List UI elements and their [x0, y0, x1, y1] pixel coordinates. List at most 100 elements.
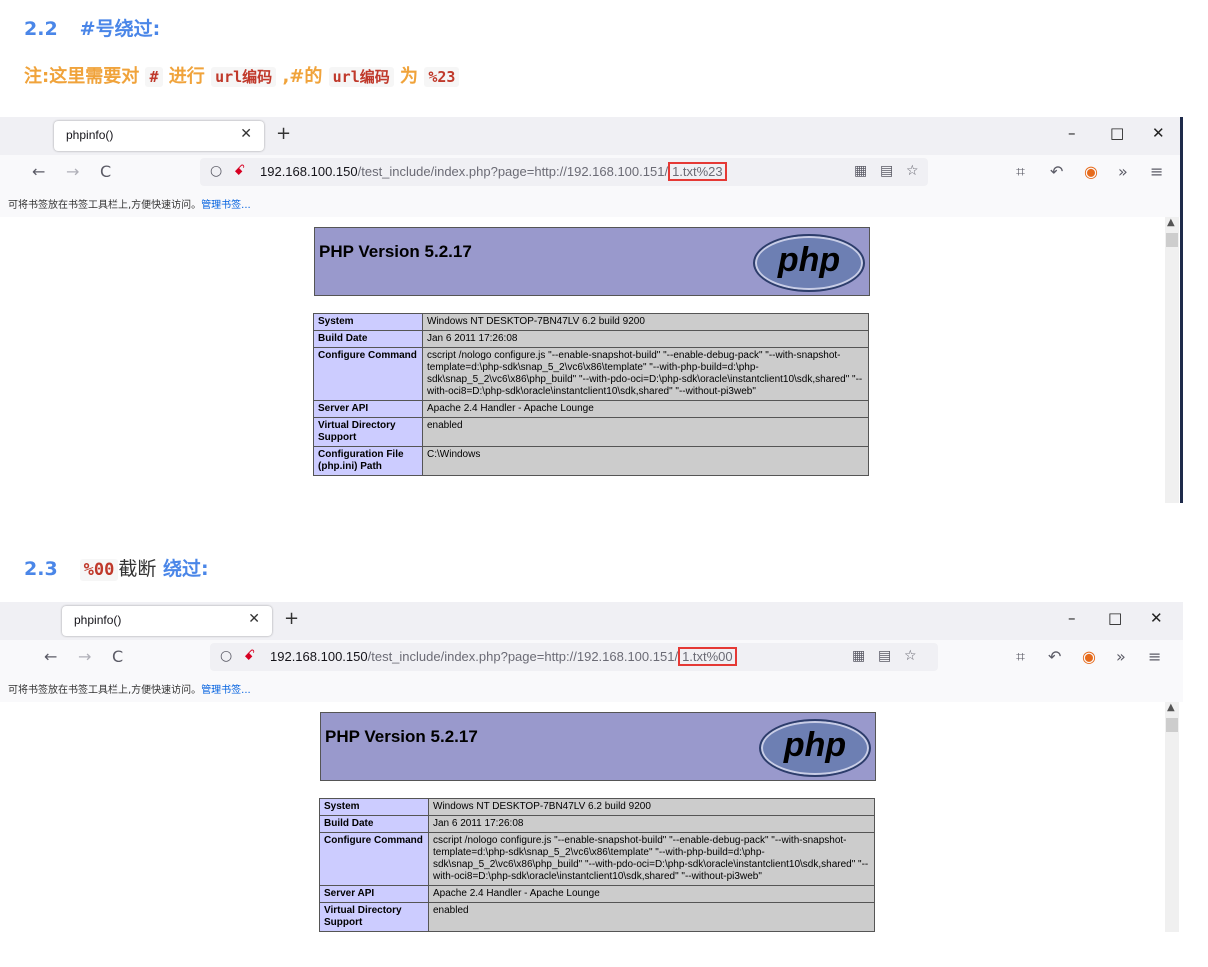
browser-window-1: phpinfo() ✕ + – □ ✕ ← → C ○ ꗃ 192.168.10…	[0, 117, 1183, 503]
overflow-icon[interactable]: »	[1118, 162, 1128, 181]
tab-strip: phpinfo() ✕ + – □ ✕	[0, 117, 1183, 155]
manage-bookmarks-link[interactable]: 管理书签...	[201, 200, 251, 211]
php-logo: php	[759, 719, 871, 777]
url-bar[interactable]: ○ ꗃ 192.168.100.150/test_include/index.p…	[210, 643, 938, 671]
back-icon[interactable]: ←	[32, 162, 45, 181]
page-content: PHP Version 5.2.17 php System Windows NT …	[0, 217, 1183, 503]
screenshot-icon[interactable]: ⌗	[1016, 162, 1025, 182]
url-path: /test_include/index.php?page=http://192.…	[357, 164, 669, 179]
browser-tab[interactable]: phpinfo() ✕	[54, 121, 264, 151]
close-window-icon[interactable]: ✕	[1152, 124, 1165, 142]
close-icon[interactable]: ✕	[248, 611, 260, 627]
screenshot-icon[interactable]: ⌗	[1016, 647, 1025, 667]
url-text[interactable]: 192.168.100.150/test_include/index.php?p…	[260, 162, 727, 181]
table-row: Configure Command cscript /nologo configu…	[313, 347, 869, 401]
reload-icon[interactable]: C	[100, 162, 111, 181]
url-bar[interactable]: ○ ꗃ 192.168.100.150/test_include/index.p…	[200, 158, 928, 186]
qr-code-icon[interactable]: ▦	[854, 163, 867, 179]
qr-code-icon[interactable]: ▦	[852, 648, 865, 664]
inline-code: url编码	[211, 67, 277, 87]
undo-icon[interactable]: ↶	[1050, 162, 1063, 181]
bookmarks-bar: 可将书签放在书签工具栏上,方便快速访问。管理书签...	[0, 674, 1183, 703]
table-row: Configuration File (php.ini) PathC:\Wind…	[313, 446, 869, 476]
page-content: PHP Version 5.2.17 php System Windows NT …	[0, 702, 1183, 932]
row-value: C:\Windows	[422, 446, 869, 476]
bookmarks-hint-text: 可将书签放在书签工具栏上,方便快速访问。	[8, 685, 202, 696]
row-value: Jan 6 2011 17:26:08	[422, 330, 869, 348]
php-version-title: PHP Version 5.2.17	[319, 242, 472, 261]
close-window-icon[interactable]: ✕	[1150, 609, 1163, 627]
table-row: Build Date Jan 6 2011 17:26:08	[319, 815, 875, 833]
php-info-table: System Windows NT DESKTOP-7BN47LV 6.2 bui…	[319, 798, 875, 932]
row-value: Windows NT DESKTOP-7BN47LV 6.2 build 920…	[422, 313, 869, 331]
reader-view-icon[interactable]: ▤	[880, 163, 893, 179]
overflow-icon[interactable]: »	[1116, 647, 1126, 666]
inline-code: url编码	[328, 67, 394, 87]
scroll-thumb[interactable]	[1166, 718, 1178, 732]
new-tab-icon[interactable]: +	[276, 123, 291, 144]
forward-icon[interactable]: →	[66, 162, 79, 181]
browser-tab[interactable]: phpinfo() ✕	[62, 606, 272, 636]
table-row: Build Date Jan 6 2011 17:26:08	[313, 330, 869, 348]
row-key: Configuration File (php.ini) Path	[319, 931, 429, 932]
bookmarks-hint: 可将书签放在书签工具栏上,方便快速访问。管理书签...	[8, 681, 251, 696]
section-title: #号绕过:	[79, 18, 161, 40]
scroll-up-icon[interactable]: ▲	[1167, 217, 1175, 228]
table-row: System Windows NT DESKTOP-7BN47LV 6.2 bui…	[319, 798, 875, 816]
url-highlighted-part: 1.txt%23	[668, 162, 727, 181]
note-text: 进行	[168, 66, 205, 87]
menu-icon[interactable]: ≡	[1148, 647, 1161, 666]
inline-code: #	[145, 67, 163, 87]
extension-icon[interactable]: ◉	[1084, 162, 1098, 181]
note-text: 为	[400, 66, 419, 87]
table-row: Configure Command cscript /nologo configu…	[319, 832, 875, 886]
table-row: Server API Apache 2.4 Handler - Apache Lo…	[313, 400, 869, 418]
insecure-lock-icon[interactable]: ꗃ	[234, 163, 245, 179]
row-key: Configuration File (php.ini) Path	[313, 446, 423, 476]
shield-icon[interactable]: ○	[220, 648, 232, 664]
row-key: Server API	[313, 400, 423, 418]
forward-icon[interactable]: →	[78, 647, 91, 666]
section-heading-2-2: 2.2 #号绕过:	[24, 14, 160, 41]
scroll-thumb[interactable]	[1166, 233, 1178, 247]
row-value: Apache 2.4 Handler - Apache Lounge	[422, 400, 869, 418]
note-text: 注:这里需要对	[24, 66, 140, 87]
reload-icon[interactable]: C	[112, 647, 123, 666]
url-text[interactable]: 192.168.100.150/test_include/index.php?p…	[270, 647, 737, 666]
undo-icon[interactable]: ↶	[1048, 647, 1061, 666]
back-icon[interactable]: ←	[44, 647, 57, 666]
menu-icon[interactable]: ≡	[1150, 162, 1163, 181]
maximize-icon[interactable]: □	[1110, 124, 1124, 142]
extension-icon[interactable]: ◉	[1082, 647, 1096, 666]
insecure-lock-icon[interactable]: ꗃ	[244, 648, 255, 664]
section-heading-2-3: 2.3 %00 截断 绕过:	[24, 554, 209, 581]
shield-icon[interactable]: ○	[210, 163, 222, 179]
scrollbar[interactable]: ▲	[1165, 217, 1179, 503]
bookmarks-bar: 可将书签放在书签工具栏上,方便快速访问。管理书签...	[0, 189, 1183, 218]
bookmarks-hint: 可将书签放在书签工具栏上,方便快速访问。管理书签...	[8, 196, 251, 211]
row-value: Jan 6 2011 17:26:08	[428, 815, 875, 833]
note-text: ,#的	[282, 66, 323, 87]
url-host: 192.168.100.150	[270, 649, 368, 664]
php-logo-text: php	[783, 726, 847, 764]
nav-bar: ← → C ○ ꗃ 192.168.100.150/test_include/i…	[0, 155, 1183, 189]
row-value: Apache 2.4 Handler - Apache Lounge	[428, 885, 875, 903]
table-row: Server API Apache 2.4 Handler - Apache Lo…	[319, 885, 875, 903]
close-icon[interactable]: ✕	[240, 126, 252, 142]
bookmark-star-icon[interactable]: ☆	[906, 163, 919, 179]
table-row: Configuration File (php.ini) PathC:\Wind…	[319, 931, 875, 932]
scroll-up-icon[interactable]: ▲	[1167, 702, 1175, 713]
row-value: enabled	[422, 417, 869, 447]
maximize-icon[interactable]: □	[1108, 609, 1122, 627]
section-title-end: 绕过:	[163, 558, 209, 580]
row-key: Configure Command	[319, 832, 429, 886]
scrollbar[interactable]: ▲	[1165, 702, 1179, 932]
php-info-table: System Windows NT DESKTOP-7BN47LV 6.2 bui…	[313, 313, 869, 476]
minimize-icon[interactable]: –	[1068, 124, 1076, 142]
manage-bookmarks-link[interactable]: 管理书签...	[201, 685, 251, 696]
bookmark-star-icon[interactable]: ☆	[904, 648, 917, 664]
reader-view-icon[interactable]: ▤	[878, 648, 891, 664]
tab-title: phpinfo()	[66, 128, 114, 142]
minimize-icon[interactable]: –	[1068, 609, 1076, 627]
new-tab-icon[interactable]: +	[284, 608, 299, 629]
